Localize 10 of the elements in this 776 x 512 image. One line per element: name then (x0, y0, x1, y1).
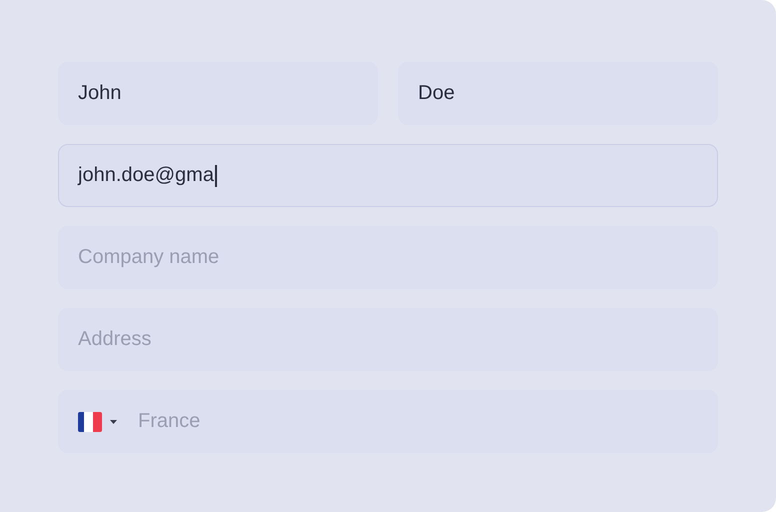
caret-icon (110, 420, 117, 424)
text-cursor (214, 164, 217, 186)
input-field[interactable]: john.doe@gma (58, 144, 718, 207)
input-field[interactable]: Address (58, 308, 718, 371)
country-picker[interactable] (78, 412, 117, 432)
input-field[interactable]: France (138, 410, 538, 433)
input-field[interactable]: John (58, 62, 378, 125)
input-field[interactable]: Doe (398, 62, 718, 125)
flag-icon (78, 412, 102, 432)
input-field[interactable]: Company name (58, 226, 718, 289)
